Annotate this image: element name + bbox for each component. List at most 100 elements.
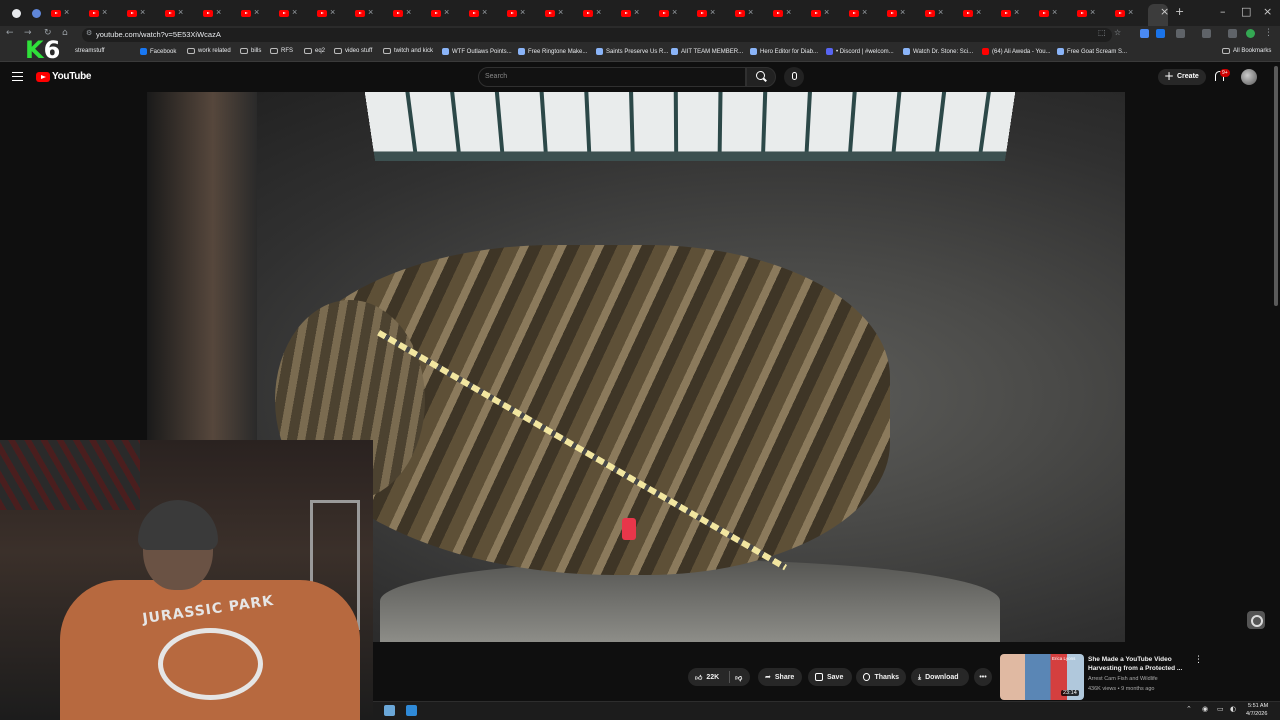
tab-close-icon[interactable]: × bbox=[1014, 7, 1019, 17]
maximize-icon[interactable]: □ bbox=[1241, 5, 1251, 18]
browser-tab[interactable]: × bbox=[770, 5, 786, 21]
bookmark-item[interactable]: RFS bbox=[270, 48, 293, 54]
youtube-logo-text[interactable]: YouTube bbox=[52, 71, 91, 82]
browser-tab[interactable]: × bbox=[656, 5, 672, 21]
browser-tab[interactable]: × bbox=[922, 5, 938, 21]
address-bar[interactable] bbox=[82, 28, 1112, 42]
browser-tab[interactable]: × bbox=[998, 5, 1014, 21]
bookmark-star-icon[interactable]: ☆ bbox=[1114, 28, 1121, 37]
tab-close-icon[interactable]: × bbox=[140, 7, 145, 17]
browser-tab[interactable]: × bbox=[1112, 5, 1128, 21]
browser-tab[interactable]: × bbox=[352, 5, 368, 21]
bookmark-item[interactable]: (64) Ali Aweda - You... bbox=[982, 48, 1051, 55]
bookmark-item[interactable]: Free Ringtone Make... bbox=[518, 48, 587, 55]
browser-tab[interactable]: × bbox=[808, 5, 824, 21]
tab-close-icon[interactable]: × bbox=[368, 7, 373, 17]
browser-tab[interactable]: × bbox=[618, 5, 634, 21]
browser-tab[interactable]: × bbox=[466, 5, 482, 21]
tab-close-icon[interactable]: × bbox=[748, 7, 753, 17]
browser-tab[interactable] bbox=[28, 5, 44, 21]
tab-close-icon[interactable]: × bbox=[710, 7, 715, 17]
clock-date[interactable]: 4/7/2026 bbox=[1246, 711, 1267, 717]
extension-icon[interactable] bbox=[1140, 29, 1149, 38]
tab-close-icon[interactable]: × bbox=[786, 7, 791, 17]
profile-avatar-icon[interactable] bbox=[1246, 29, 1255, 38]
browser-tab[interactable]: × bbox=[960, 5, 976, 21]
taskbar-app-icon[interactable] bbox=[406, 705, 417, 716]
tab-close-icon[interactable]: × bbox=[900, 7, 905, 17]
bookmark-item[interactable]: eq2 bbox=[304, 48, 325, 54]
tab-close-icon[interactable]: × bbox=[596, 7, 601, 17]
extension-icon[interactable] bbox=[1156, 29, 1165, 38]
tab-close-icon[interactable]: × bbox=[824, 7, 829, 17]
bookmark-item[interactable]: work related bbox=[187, 48, 231, 54]
browser-tab[interactable]: × bbox=[504, 5, 520, 21]
tab-close-icon[interactable]: × bbox=[672, 7, 677, 17]
bookmark-item[interactable]: twitch and kick bbox=[383, 48, 433, 54]
stream-settings-gear-icon[interactable] bbox=[1247, 611, 1265, 629]
bookmark-item[interactable]: WTF Outlaws Points... bbox=[442, 48, 512, 55]
tray-mic-icon[interactable]: ◉ bbox=[1202, 705, 1208, 713]
hamburger-menu-icon[interactable] bbox=[12, 72, 23, 81]
bookmark-item[interactable]: • Discord | #welcom... bbox=[826, 48, 894, 55]
tab-close-icon[interactable]: × bbox=[520, 7, 525, 17]
like-count[interactable]: 22K bbox=[706, 674, 719, 681]
bookmark-item[interactable]: AIIT TEAM MEMBER... bbox=[671, 48, 743, 55]
plus-icon[interactable]: + bbox=[1164, 69, 1174, 83]
tab-close-icon[interactable]: × bbox=[976, 7, 981, 17]
tray-chevron-icon[interactable]: ⌃ bbox=[1186, 705, 1192, 713]
microphone-icon[interactable] bbox=[792, 72, 797, 80]
tab-close-icon[interactable]: × bbox=[178, 7, 183, 17]
related-video-title[interactable]: She Made a YouTube Video Harvesting from… bbox=[1088, 655, 1188, 673]
tab-close-icon[interactable]: × bbox=[1052, 7, 1057, 17]
thumbs-down-icon[interactable]: 👎︎ bbox=[735, 673, 742, 682]
window-close-icon[interactable]: × bbox=[1263, 5, 1272, 18]
bookmark-item[interactable]: Hero Editor for Diab... bbox=[750, 48, 818, 55]
create-label[interactable]: Create bbox=[1177, 73, 1199, 80]
tab-close-icon[interactable]: × bbox=[1160, 5, 1169, 18]
search-input[interactable] bbox=[478, 67, 746, 87]
youtube-logo-icon[interactable] bbox=[36, 72, 50, 82]
browser-tab[interactable]: × bbox=[732, 5, 748, 21]
browser-tab[interactable]: × bbox=[314, 5, 330, 21]
bookmark-item[interactable]: Saints Preserve Us R... bbox=[596, 48, 668, 55]
tab-close-icon[interactable]: × bbox=[634, 7, 639, 17]
browser-tab[interactable]: × bbox=[276, 5, 292, 21]
bookmark-item[interactable]: streamstuff bbox=[75, 48, 105, 54]
home-icon[interactable]: ⌂ bbox=[62, 28, 68, 38]
more-actions-button[interactable]: ••• bbox=[974, 668, 992, 686]
tab-close-icon[interactable]: × bbox=[444, 7, 449, 17]
tab-close-icon[interactable]: × bbox=[406, 7, 411, 17]
browser-tab[interactable]: × bbox=[1036, 5, 1052, 21]
tab-close-icon[interactable]: × bbox=[558, 7, 563, 17]
tray-network-icon[interactable]: ◐ bbox=[1230, 705, 1236, 713]
clock-time[interactable]: 5:51 AM bbox=[1248, 703, 1268, 709]
taskbar-settings-icon[interactable] bbox=[384, 705, 395, 716]
page-scrollbar[interactable] bbox=[1274, 66, 1278, 306]
tab-close-icon[interactable]: × bbox=[482, 7, 487, 17]
browser-menu-icon[interactable]: ⋮ bbox=[1264, 28, 1273, 38]
browser-tab[interactable]: × bbox=[428, 5, 444, 21]
browser-tab[interactable]: × bbox=[694, 5, 710, 21]
thanks-button[interactable]: Thanks bbox=[856, 668, 906, 686]
tab-close-icon[interactable]: × bbox=[64, 7, 69, 17]
browser-tab[interactable]: × bbox=[162, 5, 178, 21]
tab-close-icon[interactable]: × bbox=[102, 7, 107, 17]
site-info-icon[interactable]: ⚙ bbox=[86, 29, 92, 37]
browser-tab[interactable]: × bbox=[846, 5, 862, 21]
browser-tab[interactable] bbox=[8, 5, 24, 21]
browser-tab[interactable]: × bbox=[124, 5, 140, 21]
bookmark-item[interactable]: Watch Dr. Stone: Sci... bbox=[903, 48, 973, 55]
browser-tab[interactable]: × bbox=[884, 5, 900, 21]
download-button[interactable]: ⤓ Download bbox=[911, 668, 969, 686]
related-video-channel[interactable]: Arrest Cam Fish and Wildlife bbox=[1088, 676, 1158, 682]
tab-close-icon[interactable]: × bbox=[330, 7, 335, 17]
account-avatar[interactable] bbox=[1241, 69, 1257, 85]
tray-display-icon[interactable]: ▭ bbox=[1217, 705, 1224, 713]
browser-tab[interactable]: × bbox=[48, 5, 64, 21]
share-button[interactable]: ➦ Share bbox=[758, 668, 802, 686]
thumbs-up-icon[interactable]: 👍︎ bbox=[695, 673, 702, 682]
tab-close-icon[interactable]: × bbox=[938, 7, 943, 17]
all-bookmarks[interactable]: All Bookmarks bbox=[1222, 48, 1271, 54]
sidepanel-icon[interactable] bbox=[1202, 29, 1211, 38]
